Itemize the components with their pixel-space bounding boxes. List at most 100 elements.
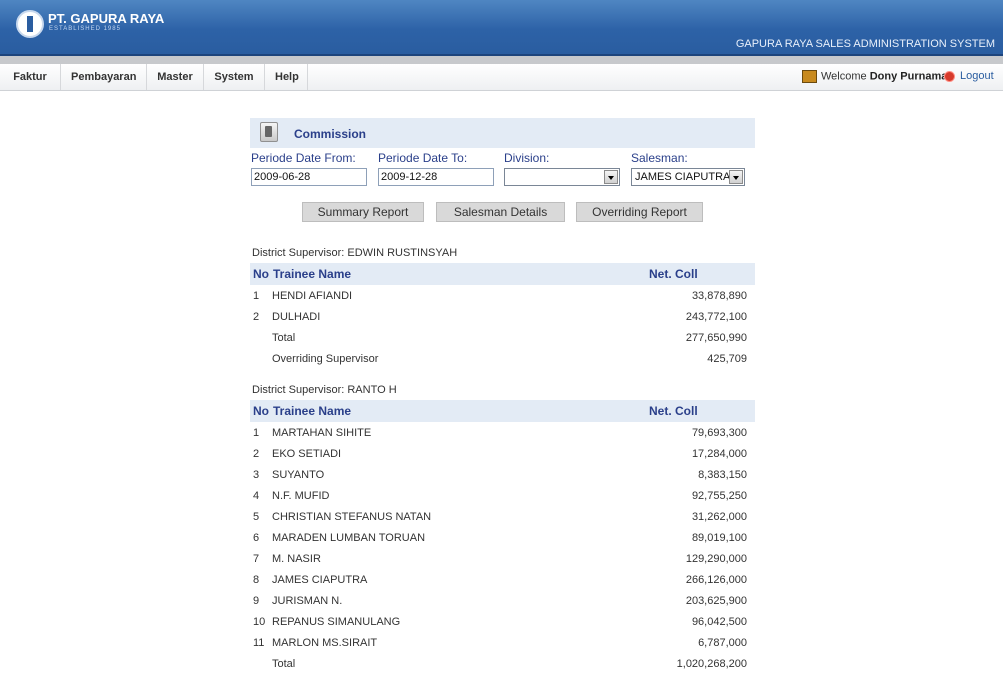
total-row: Total 1,020,268,200 bbox=[250, 654, 755, 675]
row-name: MARADEN LUMBAN TORUAN bbox=[272, 532, 426, 544]
header-divider bbox=[0, 56, 1003, 64]
row-no: 5 bbox=[253, 511, 260, 523]
company-logo-icon bbox=[16, 10, 44, 38]
row-no: 9 bbox=[253, 595, 260, 607]
row-no: 1 bbox=[253, 427, 260, 439]
row-coll: 17,284,000 bbox=[691, 448, 747, 460]
row-name: JURISMAN N. bbox=[272, 595, 343, 607]
table-row: 5 CHRISTIAN STEFANUS NATAN 31,262,000 bbox=[250, 507, 755, 528]
col-coll-header: Net. Coll bbox=[649, 404, 698, 418]
row-coll: 6,787,000 bbox=[698, 637, 747, 649]
menu-pembayaran[interactable]: Pembayaran bbox=[61, 64, 147, 90]
table-header: No Trainee Name Net. Coll bbox=[250, 400, 755, 422]
row-name: MARLON MS.SIRAIT bbox=[272, 637, 378, 649]
col-no-header: No bbox=[253, 404, 269, 418]
row-coll: 266,126,000 bbox=[685, 574, 747, 586]
row-no: 10 bbox=[253, 616, 266, 628]
overriding-report-button[interactable]: Overriding Report bbox=[576, 202, 703, 222]
welcome-prefix: Welcome bbox=[821, 70, 867, 83]
division-select[interactable] bbox=[504, 168, 620, 186]
brand-established: ESTABLISHED 1985 bbox=[49, 26, 121, 32]
menu-faktur[interactable]: Faktur bbox=[0, 64, 61, 90]
table-header: No Trainee Name Net. Coll bbox=[250, 263, 755, 285]
overriding-row: Overriding Supervisor 425,709 bbox=[250, 349, 755, 370]
row-name: JAMES CIAPUTRA bbox=[272, 574, 368, 586]
row-name: MARTAHAN SIHITE bbox=[272, 427, 372, 439]
menu-help[interactable]: Help bbox=[265, 64, 308, 90]
table-row: 2 DULHADI 243,772,100 bbox=[250, 307, 755, 328]
row-coll: 203,625,900 bbox=[685, 595, 747, 607]
table-row: 11 MARLON MS.SIRAIT 6,787,000 bbox=[250, 633, 755, 654]
commission-panel-header: Commission bbox=[250, 118, 755, 148]
row-no: 2 bbox=[253, 448, 260, 460]
row-no: 8 bbox=[253, 574, 260, 586]
row-name: N.F. MUFID bbox=[272, 490, 330, 502]
row-name: CHRISTIAN STEFANUS NATAN bbox=[272, 511, 432, 523]
table-row: 2 EKO SETIADI 17,284,000 bbox=[250, 444, 755, 465]
table-row: 8 JAMES CIAPUTRA 266,126,000 bbox=[250, 570, 755, 591]
user-name: Dony Purnama bbox=[869, 70, 948, 83]
row-coll: 1,020,268,200 bbox=[676, 658, 747, 670]
row-name: REPANUS SIMANULANG bbox=[272, 616, 401, 628]
user-icon bbox=[802, 70, 817, 83]
district-supervisor-label: District Supervisor: RANTO H bbox=[252, 384, 397, 396]
date-from-input[interactable] bbox=[251, 168, 367, 186]
division-label: Division: bbox=[504, 151, 550, 165]
salesman-label: Salesman: bbox=[631, 151, 688, 165]
row-name: DULHADI bbox=[272, 311, 321, 323]
district-supervisor-label: District Supervisor: EDWIN RUSTINSYAH bbox=[252, 247, 458, 259]
date-to-input[interactable] bbox=[378, 168, 494, 186]
row-no: 1 bbox=[253, 290, 260, 302]
row-no: 6 bbox=[253, 532, 260, 544]
summary-report-button[interactable]: Summary Report bbox=[302, 202, 424, 222]
row-coll: 89,019,100 bbox=[691, 532, 747, 544]
row-name: SUYANTO bbox=[272, 469, 325, 481]
table-row: 3 SUYANTO 8,383,150 bbox=[250, 465, 755, 486]
welcome-text: Welcome Dony Purnama bbox=[802, 70, 947, 83]
logout-link[interactable]: Logout bbox=[944, 70, 994, 82]
col-coll-header: Net. Coll bbox=[649, 267, 698, 281]
database-icon bbox=[260, 122, 278, 142]
row-no: 3 bbox=[253, 469, 260, 481]
row-coll: 31,262,000 bbox=[691, 511, 747, 523]
row-coll: 96,042,500 bbox=[691, 616, 747, 628]
logout-icon bbox=[944, 70, 955, 82]
brand-name: PT. GAPURA RAYA bbox=[48, 11, 165, 26]
table-row: 1 HENDI AFIANDI 33,878,890 bbox=[250, 286, 755, 307]
menu-system[interactable]: System bbox=[204, 64, 265, 90]
table-row: 4 N.F. MUFID 92,755,250 bbox=[250, 486, 755, 507]
app-header: PT. GAPURA RAYA ESTABLISHED 1985 GAPURA … bbox=[0, 0, 1003, 56]
col-name-header: Trainee Name bbox=[273, 267, 352, 281]
date-to-label: Periode Date To: bbox=[378, 151, 468, 165]
menu-master[interactable]: Master bbox=[147, 64, 204, 90]
row-name: Overriding Supervisor bbox=[272, 353, 379, 365]
row-no: 4 bbox=[253, 490, 260, 502]
row-name: EKO SETIADI bbox=[272, 448, 342, 460]
logout-label: Logout bbox=[960, 70, 994, 82]
row-no: 11 bbox=[253, 637, 265, 649]
system-title: GAPURA RAYA SALES ADMINISTRATION SYSTEM bbox=[735, 38, 995, 50]
salesman-value: JAMES CIAPUTRA bbox=[635, 171, 731, 183]
row-coll: 79,693,300 bbox=[691, 427, 747, 439]
row-name: HENDI AFIANDI bbox=[272, 290, 353, 302]
row-no: 7 bbox=[253, 553, 260, 565]
table-row: 6 MARADEN LUMBAN TORUAN 89,019,100 bbox=[250, 528, 755, 549]
table-row: 9 JURISMAN N. 203,625,900 bbox=[250, 591, 755, 612]
table-row: 1 MARTAHAN SIHITE 79,693,300 bbox=[250, 423, 755, 444]
row-coll: 243,772,100 bbox=[685, 311, 747, 323]
chevron-down-icon[interactable] bbox=[604, 170, 618, 184]
salesman-select[interactable]: JAMES CIAPUTRA bbox=[631, 168, 745, 186]
row-name: Total bbox=[272, 658, 296, 670]
salesman-details-button[interactable]: Salesman Details bbox=[436, 202, 565, 222]
table-row: 7 M. NASIR 129,290,000 bbox=[250, 549, 755, 570]
chevron-down-icon[interactable] bbox=[729, 170, 743, 184]
row-coll: 8,383,150 bbox=[698, 469, 747, 481]
row-name: M. NASIR bbox=[272, 553, 321, 565]
col-no-header: No bbox=[253, 267, 269, 281]
row-coll: 33,878,890 bbox=[691, 290, 747, 302]
panel-title: Commission bbox=[294, 127, 367, 141]
row-coll: 277,650,990 bbox=[685, 332, 747, 344]
row-no: 2 bbox=[253, 311, 260, 323]
table-row: 10 REPANUS SIMANULANG 96,042,500 bbox=[250, 612, 755, 633]
col-name-header: Trainee Name bbox=[273, 404, 352, 418]
